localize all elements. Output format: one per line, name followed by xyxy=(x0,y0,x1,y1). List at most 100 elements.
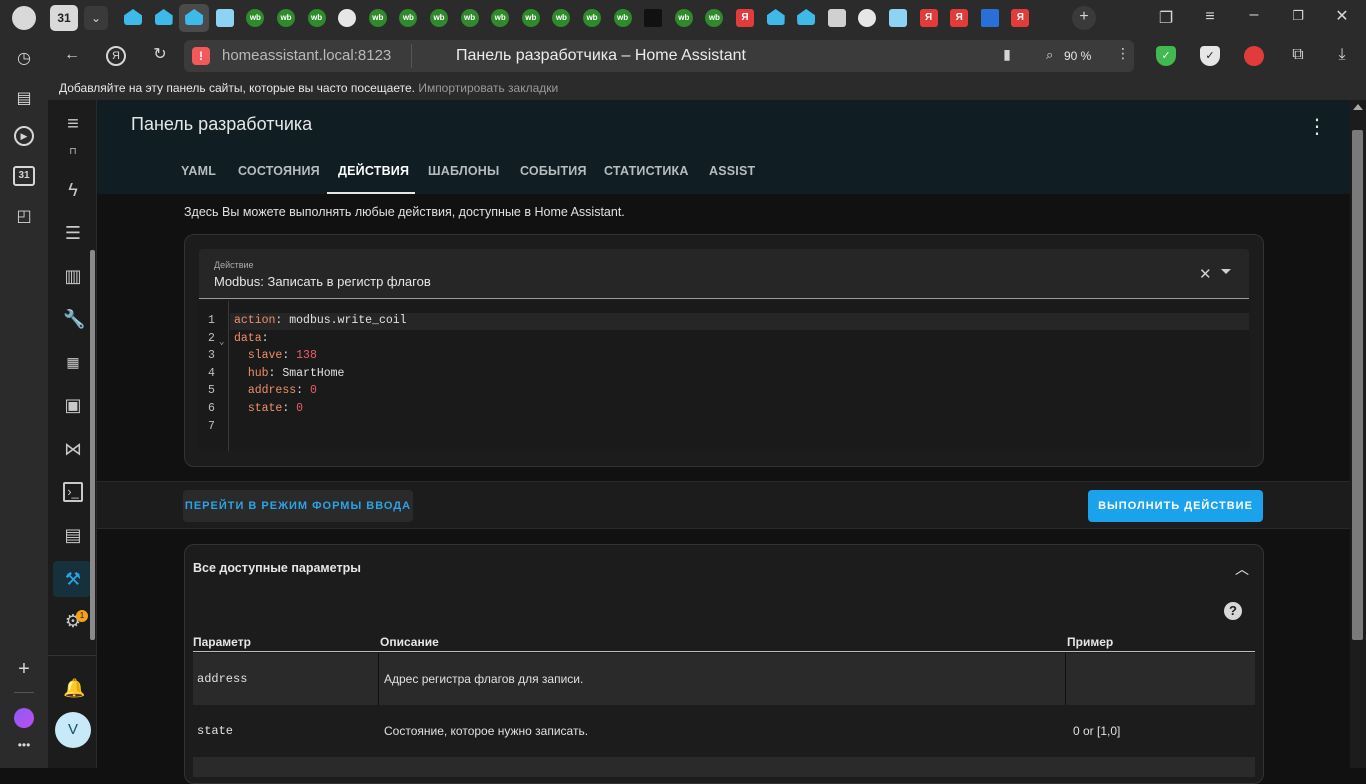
page-title: Панель разработчика xyxy=(131,114,313,134)
tabs-dropdown-icon[interactable]: ⌄ xyxy=(84,6,108,30)
tab-wb-icon[interactable]: wb xyxy=(460,9,479,27)
tab-tile-icon[interactable] xyxy=(889,9,907,27)
screenshot-icon[interactable]: ◰ xyxy=(14,206,34,226)
tab-wb-icon[interactable]: wb xyxy=(430,9,448,27)
sidebar-energy-icon[interactable]: ϟ xyxy=(63,180,83,200)
menu-icon[interactable]: ≡ xyxy=(1200,8,1220,28)
tab-wb-icon[interactable]: wb xyxy=(613,9,632,27)
more-icon[interactable]: ••• xyxy=(14,738,34,758)
tab-statistics[interactable]: СТАТИСТИКА xyxy=(604,164,689,178)
extensions-icon[interactable]: ⧉ xyxy=(1288,46,1308,66)
sidebar-clipboard-icon[interactable]: ▤ xyxy=(63,525,83,545)
tab-wb-icon[interactable]: wb xyxy=(521,9,540,27)
clear-icon[interactable]: ✕ xyxy=(1199,265,1212,283)
tab-wb-icon[interactable]: wb xyxy=(674,9,693,27)
video-icon[interactable]: ▶ xyxy=(14,126,34,146)
browser-logo-icon[interactable] xyxy=(12,6,36,30)
tab-yandex-icon[interactable]: Я xyxy=(950,9,969,27)
tab-y-icon[interactable] xyxy=(980,9,999,27)
line-number: 3 xyxy=(208,349,215,363)
url-field[interactable]: ! homeassistant.local:8123 Панель разраб… xyxy=(184,40,1076,72)
tab-events[interactable]: СОБЫТИЯ xyxy=(520,164,587,178)
zoom-menu-icon[interactable]: ⋮ xyxy=(1116,45,1130,62)
sidebar-notifications-icon[interactable]: 🔔 xyxy=(63,678,85,698)
sidebar-vscode-icon[interactable]: ⋈ xyxy=(63,439,83,459)
sidebar-menu-icon[interactable]: ≡ xyxy=(63,114,83,134)
sidebar-item-developer-tools[interactable]: ⚒ xyxy=(53,561,91,597)
help-icon[interactable]: ? xyxy=(1224,602,1242,620)
sidebar-trash-icon[interactable]: ▯ xyxy=(63,142,83,154)
tab-yandex-icon[interactable]: Я xyxy=(736,9,754,27)
tab-bird-icon[interactable] xyxy=(827,9,846,27)
tab-wb-icon[interactable]: wb xyxy=(277,9,295,27)
tab-home-assistant-icon[interactable] xyxy=(154,9,173,25)
tab-wb-icon[interactable]: wb xyxy=(399,9,418,27)
reload-icon[interactable]: ↻ xyxy=(150,44,170,64)
tab-wb-icon[interactable]: wb xyxy=(552,9,571,27)
sidebar-media-icon[interactable]: ▣ xyxy=(63,395,83,415)
sidebar-hacs-icon[interactable]: ▦ xyxy=(63,352,83,372)
table-row: address Адрес регистра флагов для записи… xyxy=(193,653,1255,705)
tab-templates[interactable]: ШАБЛОНЫ xyxy=(428,164,499,178)
line-number: 1 xyxy=(208,314,215,327)
scroll-up-icon[interactable] xyxy=(1353,104,1363,110)
tab-tile-icon[interactable] xyxy=(215,9,234,27)
yandex-icon[interactable]: Я xyxy=(106,46,126,66)
zoom-control[interactable]: ⌕ 90 % ⋮ xyxy=(1036,40,1134,72)
back-icon[interactable]: ← xyxy=(62,46,82,66)
sidebar-history-icon[interactable]: ▥ xyxy=(63,266,83,286)
calendar-icon[interactable]: 31 xyxy=(13,166,35,186)
shield-white-icon[interactable]: ✓ xyxy=(1200,46,1220,66)
tab-yaml[interactable]: YAML xyxy=(181,164,216,178)
tab-yandex-icon[interactable]: Я xyxy=(919,9,938,27)
restore-icon[interactable]: ❐ xyxy=(1288,8,1308,28)
tab-wb-icon[interactable]: wb xyxy=(491,9,510,27)
close-window-icon[interactable]: ✕ xyxy=(1332,6,1352,26)
new-tab-icon[interactable]: + xyxy=(1072,6,1096,30)
add-panel-icon[interactable]: + xyxy=(14,658,34,680)
run-action-button[interactable]: ВЫПОЛНИТЬ ДЕЙСТВИЕ xyxy=(1088,490,1263,522)
sidebar-logbook-icon[interactable]: ☰ xyxy=(63,223,83,243)
chevron-up-icon[interactable]: ︿ xyxy=(1235,559,1249,579)
page-scrollbar-thumb[interactable] xyxy=(1352,130,1363,640)
tab-wb-icon[interactable]: wb xyxy=(583,9,601,27)
tab-states[interactable]: СОСТОЯНИЯ xyxy=(238,164,320,178)
tab-wb-icon[interactable]: wb xyxy=(307,9,326,27)
tab-actions[interactable]: ДЕЙСТВИЯ xyxy=(338,164,409,178)
bookmark-icon[interactable]: ▮ xyxy=(998,46,1016,66)
chevron-down-icon[interactable] xyxy=(1221,269,1231,274)
tab-home-assistant-icon[interactable] xyxy=(124,9,142,25)
fold-chevron-icon[interactable]: ⌄ xyxy=(219,337,224,347)
download-icon[interactable]: ⤓ xyxy=(1332,46,1352,66)
tab-wb-icon[interactable]: wb xyxy=(368,9,387,27)
insecure-warning-icon[interactable]: ! xyxy=(192,47,210,65)
collections-icon[interactable]: ❐ xyxy=(1156,8,1176,28)
tab-yandex-icon[interactable]: Я xyxy=(1011,9,1030,27)
sidebar-tools-icon[interactable]: 🔧 xyxy=(63,309,85,329)
tab-counter-badge[interactable]: 31 xyxy=(50,5,78,31)
sidebar-scrollbar[interactable] xyxy=(90,250,95,640)
adblock-hand-icon[interactable] xyxy=(1244,46,1264,66)
yaml-editor[interactable]: ⌄ 1 action: modbus.write_coil 2 data: 3 slav… xyxy=(199,301,1249,451)
tab-wb-icon[interactable]: wb xyxy=(705,9,724,27)
tab-home-assistant-icon[interactable] xyxy=(766,9,785,25)
shield-green-icon[interactable]: ✓ xyxy=(1156,46,1176,66)
overflow-menu-icon[interactable]: ⋮ xyxy=(1307,114,1327,139)
minimize-icon[interactable]: – xyxy=(1244,6,1264,26)
alice-assistant-icon[interactable] xyxy=(14,708,34,728)
action-picker[interactable]: Действие Modbus: Записать в регистр флаг… xyxy=(199,249,1249,299)
parameters-title[interactable]: Все доступные параметры xyxy=(193,561,361,575)
form-mode-button[interactable]: ПЕРЕЙТИ В РЕЖИМ ФОРМЫ ВВОДА xyxy=(183,490,413,522)
tab-home-assistant-icon[interactable] xyxy=(797,9,816,25)
history-icon[interactable]: ◷ xyxy=(14,48,34,68)
tab-l-icon[interactable] xyxy=(644,9,663,27)
tab-wb-icon[interactable]: wb xyxy=(246,9,265,27)
tab-assist[interactable]: ASSIST xyxy=(709,164,755,178)
tab-github-icon[interactable] xyxy=(338,9,357,27)
code-line: hub: SmartHome xyxy=(247,366,345,380)
user-avatar[interactable]: V xyxy=(55,712,91,748)
tab-clock-icon[interactable] xyxy=(858,9,877,27)
notes-icon[interactable]: ▤ xyxy=(14,88,34,108)
import-bookmarks-link[interactable]: Импортировать закладки xyxy=(418,81,558,95)
sidebar-terminal-icon[interactable]: ›_ xyxy=(63,482,83,502)
